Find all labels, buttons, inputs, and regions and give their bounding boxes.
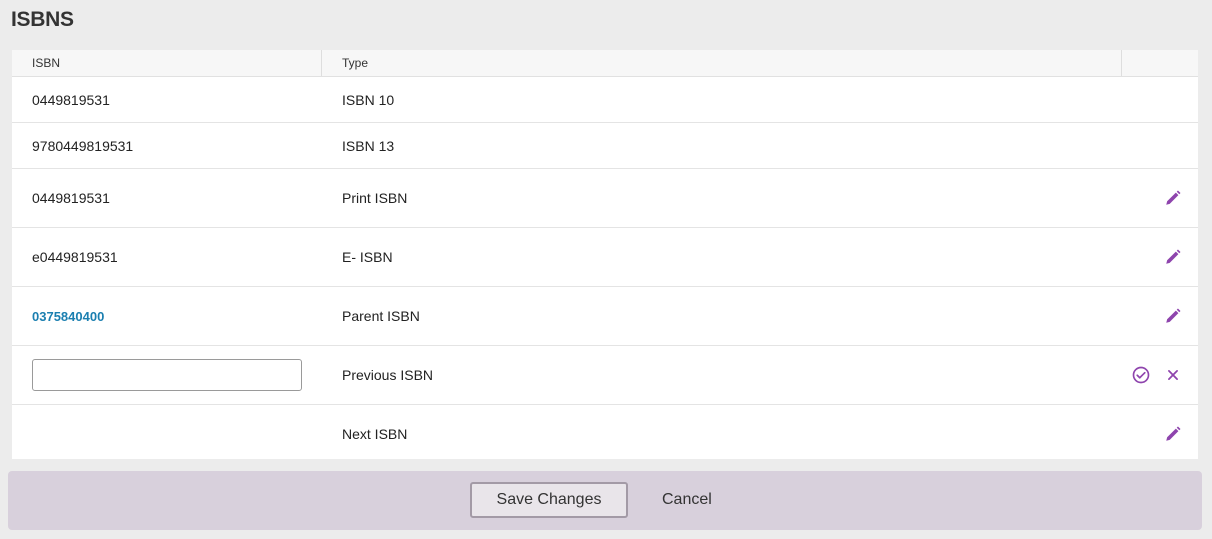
isbn-cell: 0449819531: [32, 190, 110, 206]
column-header-isbn: ISBN: [12, 50, 322, 76]
isbn-table: ISBN Type 0449819531 ISBN 10 97804498195…: [12, 50, 1198, 459]
page-title: ISBNS: [11, 8, 74, 31]
table-row: 0449819531 Print ISBN: [12, 169, 1198, 228]
type-cell: E- ISBN: [342, 249, 393, 265]
type-cell: Print ISBN: [342, 190, 408, 206]
check-circle-icon[interactable]: [1130, 364, 1152, 386]
isbn-cell: e0449819531: [32, 249, 118, 265]
pencil-icon[interactable]: [1162, 423, 1184, 445]
isbn-cell: 0449819531: [32, 91, 110, 108]
table-header: ISBN Type: [12, 50, 1198, 77]
actions-cell: [1122, 287, 1198, 345]
pencil-icon[interactable]: [1162, 305, 1184, 327]
table-row: 0449819531 ISBN 10: [12, 77, 1198, 123]
save-changes-button[interactable]: Save Changes: [470, 482, 628, 518]
table-row: Next ISBN: [12, 405, 1198, 459]
actions-cell: [1122, 228, 1198, 286]
actions-cell: [1122, 169, 1198, 227]
isbn-cell: [12, 346, 322, 404]
actions-cell: [1122, 405, 1198, 459]
previous-isbn-input[interactable]: [32, 359, 302, 391]
type-cell: Parent ISBN: [342, 308, 420, 324]
table-row: 0375840400 Parent ISBN: [12, 287, 1198, 346]
column-header-type: Type: [322, 50, 1122, 76]
cancel-button[interactable]: Cancel: [648, 482, 726, 518]
type-cell: Previous ISBN: [342, 367, 434, 383]
actions-cell: [1122, 346, 1198, 404]
type-cell: ISBN 10: [342, 91, 395, 108]
isbn-cell: 9780449819531: [32, 137, 134, 154]
table-row: 9780449819531 ISBN 13: [12, 123, 1198, 169]
action-bar: Save Changes Cancel: [8, 471, 1202, 530]
isbn-cell: [12, 405, 322, 459]
type-cell: ISBN 13: [342, 137, 395, 154]
table-row: Previous ISBN: [12, 346, 1198, 405]
pencil-icon[interactable]: [1162, 246, 1184, 268]
parent-isbn-link[interactable]: 0375840400: [32, 309, 104, 324]
isbn-cell: 0375840400: [12, 287, 322, 345]
close-icon[interactable]: [1162, 364, 1184, 386]
actions-cell: [1122, 77, 1198, 122]
table-row: e0449819531 E- ISBN: [12, 228, 1198, 287]
pencil-icon[interactable]: [1162, 187, 1184, 209]
actions-cell: [1122, 123, 1198, 168]
type-cell: Next ISBN: [342, 426, 408, 442]
column-header-actions: [1122, 50, 1198, 76]
